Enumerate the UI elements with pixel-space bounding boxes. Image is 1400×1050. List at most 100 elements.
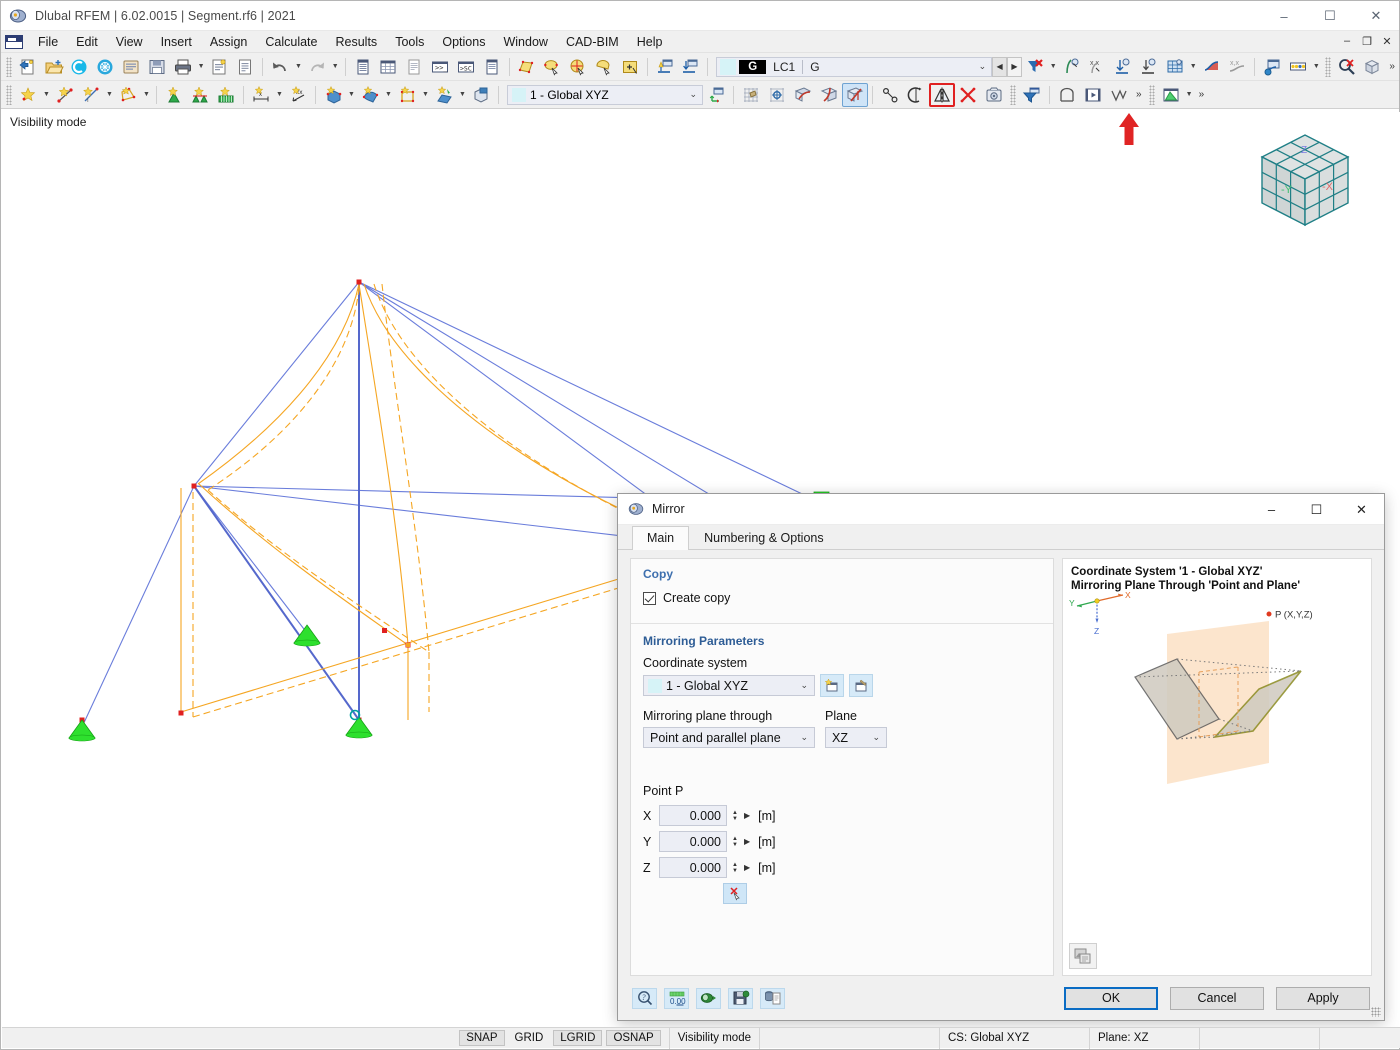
model-properties-icon[interactable] [118,55,144,79]
undo-icon[interactable] [267,55,293,79]
menu-insert[interactable]: Insert [152,32,201,52]
toolbar-grip[interactable] [1148,84,1155,105]
new-dimension-icon[interactable]: x [248,83,274,107]
mdi-restore-button[interactable]: ❐ [1357,32,1377,50]
pick-point-in-view-icon[interactable] [723,883,747,904]
redo-dropdown-arrow-icon[interactable]: ▼ [330,55,341,79]
delete-object-icon[interactable] [955,83,981,107]
work-plane-xz-icon[interactable] [842,82,868,107]
print-icon[interactable] [170,55,196,79]
script-icon[interactable]: >SC [453,55,479,79]
decimal-places-icon[interactable]: 0.00 [664,987,689,1009]
point-x-stepper[interactable]: ▲ ▼ [729,805,741,826]
redo-icon[interactable] [304,55,330,79]
save-icon[interactable] [144,55,170,79]
tab-main[interactable]: Main [632,526,690,550]
toolbar-grip[interactable] [1324,56,1331,77]
select-surface-icon[interactable] [514,55,540,79]
color-scale-dropdown-arrow-icon[interactable]: ▼ [1311,55,1322,79]
console-icon[interactable]: >>_ [427,55,453,79]
toolbar-overflow-chevron-icon[interactable]: » [1132,89,1146,100]
render-settings-icon[interactable] [1259,55,1285,79]
tab-numbering-options[interactable]: Numbering & Options [689,526,839,550]
toolbar-grip[interactable] [6,84,12,105]
new-opening-dropdown-arrow-icon[interactable]: ▼ [383,83,394,107]
apply-button[interactable]: Apply [1276,986,1370,1010]
design-results-icon[interactable] [1158,83,1184,107]
undo-dropdown-arrow-icon[interactable]: ▼ [293,55,304,79]
plane-select[interactable]: XZ ⌄ [825,727,887,748]
model-settings-icon[interactable] [981,83,1007,107]
help-icon[interactable]: ? [632,987,657,1009]
dialog-close-button[interactable]: ✕ [1339,494,1384,525]
move-rotate-icon[interactable] [877,83,903,107]
save-settings-icon[interactable] [728,987,753,1009]
select-plus-icon[interactable] [617,55,643,79]
view-cube-icon[interactable] [1360,55,1386,79]
rotate-icon[interactable] [903,83,929,107]
edit-coordinate-system-icon[interactable] [849,674,873,697]
new-line-support-icon[interactable] [187,83,213,107]
chevron-down-icon[interactable]: ⌄ [800,680,808,691]
status-toggle-osnap[interactable]: OSNAP [606,1030,661,1046]
load-case-chevron-down-icon[interactable]: ⌄ [979,61,987,72]
snap-settings-icon[interactable] [764,83,790,107]
new-surface-icon[interactable] [115,83,141,107]
results-table-dropdown-arrow-icon[interactable]: ▼ [1188,55,1199,79]
toolbar-grip[interactable] [1010,84,1016,105]
create-copy-row[interactable]: Create copy [631,583,1053,615]
point-x-expand-icon[interactable]: ▶ [744,811,750,820]
new-surface-dropdown-arrow-icon[interactable]: ▼ [141,83,152,107]
cancel-button[interactable]: Cancel [1170,986,1264,1010]
status-toggle-lgrid[interactable]: LGRID [553,1030,603,1046]
animation-icon[interactable] [1080,83,1106,107]
select-by-window-icon[interactable] [539,55,565,79]
coordinate-system-chevron-down-icon[interactable]: ⌄ [689,89,697,100]
create-copy-checkbox[interactable] [643,591,656,605]
new-surface-support-icon[interactable] [213,83,239,107]
new-boundary-icon[interactable] [394,83,420,107]
menu-options[interactable]: Options [433,32,494,52]
dialog-resize-grip[interactable] [1371,1007,1381,1017]
design-results-dropdown-arrow-icon[interactable]: ▼ [1184,83,1195,107]
point-z-expand-icon[interactable]: ▶ [744,863,750,872]
list-icon[interactable] [479,55,505,79]
color-scale-icon[interactable] [1285,55,1311,79]
deformation-down2-icon[interactable] [1136,55,1162,79]
load-defaults-icon[interactable] [760,987,785,1009]
point-y-input[interactable]: 0.000 [659,831,727,852]
new-line-icon[interactable] [52,83,78,107]
mdi-minimize-button[interactable]: – [1337,32,1357,50]
printout-report-icon[interactable] [207,55,233,79]
chevron-down-icon[interactable]: ⌄ [872,732,880,743]
mdi-close-button[interactable]: ✕ [1377,32,1397,50]
mirroring-plane-through-select[interactable]: Point and parallel plane ⌄ [643,727,815,748]
point-y-expand-icon[interactable]: ▶ [744,837,750,846]
status-toggle-snap[interactable]: SNAP [459,1030,505,1046]
deformation-down-icon[interactable] [1110,55,1136,79]
new-solid-icon[interactable] [320,83,346,107]
new-node-dropdown-arrow-icon[interactable]: ▼ [41,83,52,107]
chevron-down-icon[interactable]: ⌄ [800,732,808,743]
point-x-input[interactable]: 0.000 [659,805,727,826]
point-z-stepper[interactable]: ▲ ▼ [729,857,741,878]
visibility-filter-icon[interactable] [1019,83,1045,107]
cloud-icon[interactable] [67,55,93,79]
load-case-prev-button[interactable]: ◀ [992,56,1008,77]
point-z-input[interactable]: 0.000 [659,857,727,878]
mirror-icon[interactable] [929,82,955,107]
results-table-icon[interactable] [1162,55,1188,79]
navigator-icon[interactable] [350,55,376,79]
toolbar-grip[interactable] [6,56,12,77]
new-xx-dimension-icon[interactable]: xx [285,83,311,107]
new-opening-icon[interactable] [357,83,383,107]
new-model-icon[interactable] [15,55,41,79]
navigation-cube[interactable]: -Y -X Z [1250,125,1360,235]
result-diagram-xx-icon[interactable]: x,x [1224,55,1250,79]
coordinate-system-select[interactable]: 1 - Global XYZ ⌄ [643,675,815,696]
toolbar-overflow-chevron-icon-2[interactable]: » [1195,89,1209,100]
new-dimension-dropdown-arrow-icon[interactable]: ▼ [274,83,285,107]
new-coordinate-system-icon[interactable] [820,674,844,697]
maximize-button[interactable]: ☐ [1307,1,1353,31]
new-load-icon[interactable] [431,83,457,107]
